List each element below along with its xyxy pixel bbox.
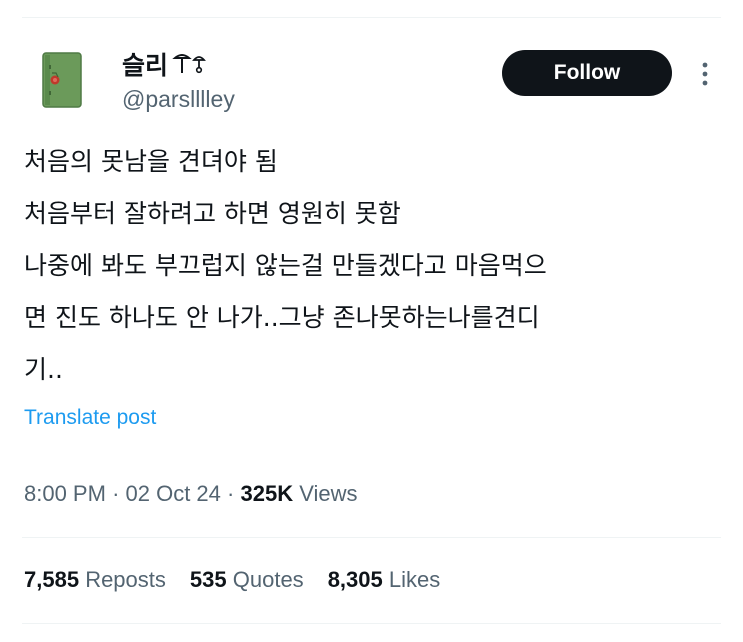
tweet-date[interactable]: 02 Oct 24 — [126, 481, 221, 506]
mushroom-icon — [172, 54, 206, 74]
reposts-stat[interactable]: 7,585 Reposts — [24, 567, 166, 593]
green-notebook-avatar — [42, 52, 82, 108]
follow-button[interactable]: Follow — [502, 50, 672, 96]
views-label: Views — [299, 481, 358, 506]
likes-label: Likes — [388, 567, 441, 592]
bottom-divider — [22, 623, 721, 624]
likes-stat[interactable]: 8,305 Likes — [328, 567, 441, 593]
more-icon[interactable] — [697, 60, 713, 88]
author-display-name[interactable]: 슬리 — [122, 46, 168, 82]
quotes-count: 535 — [189, 567, 227, 592]
tweet-line: 나중에 봐도 부끄럽지 않는걸 만들겠다고 마음먹으 — [24, 251, 547, 280]
tweet-stats: 7,585 Reposts 535 Quotes 8,305 Likes — [24, 567, 440, 593]
stats-top-divider — [22, 537, 721, 538]
avatar[interactable] — [40, 51, 84, 109]
reposts-count: 7,585 — [24, 567, 80, 592]
top-divider — [22, 17, 721, 18]
tweet-text: 처음의 못남을 견뎌야 됨 처음부터 잘하려고 하면 영원히 못함 나중에 봐도… — [24, 136, 714, 396]
meta-separator: · — [227, 481, 241, 506]
views-count: 325K — [240, 481, 294, 506]
quotes-stat[interactable]: 535 Quotes — [190, 567, 304, 593]
reposts-label: Reposts — [85, 567, 166, 592]
tweet-line: 면 진도 하나도 안 나가..그냥 존나못하는나를견디 — [24, 303, 540, 332]
tweet-line: 처음의 못남을 견뎌야 됨 — [24, 147, 278, 176]
author-name-row: 슬리 — [122, 46, 208, 82]
tweet-line: 기.. — [24, 355, 63, 384]
author-handle[interactable]: @parslllley — [122, 86, 235, 113]
likes-count: 8,305 — [327, 567, 383, 592]
meta-separator: · — [112, 481, 126, 506]
tweet-line: 처음부터 잘하려고 하면 영원히 못함 — [24, 199, 401, 228]
tweet-time[interactable]: 8:00 PM — [24, 481, 106, 506]
quotes-label: Quotes — [232, 567, 304, 592]
tweet-meta: 8:00 PM · 02 Oct 24 · 325K Views — [24, 481, 358, 507]
translate-post-link[interactable]: Translate post — [24, 406, 156, 430]
